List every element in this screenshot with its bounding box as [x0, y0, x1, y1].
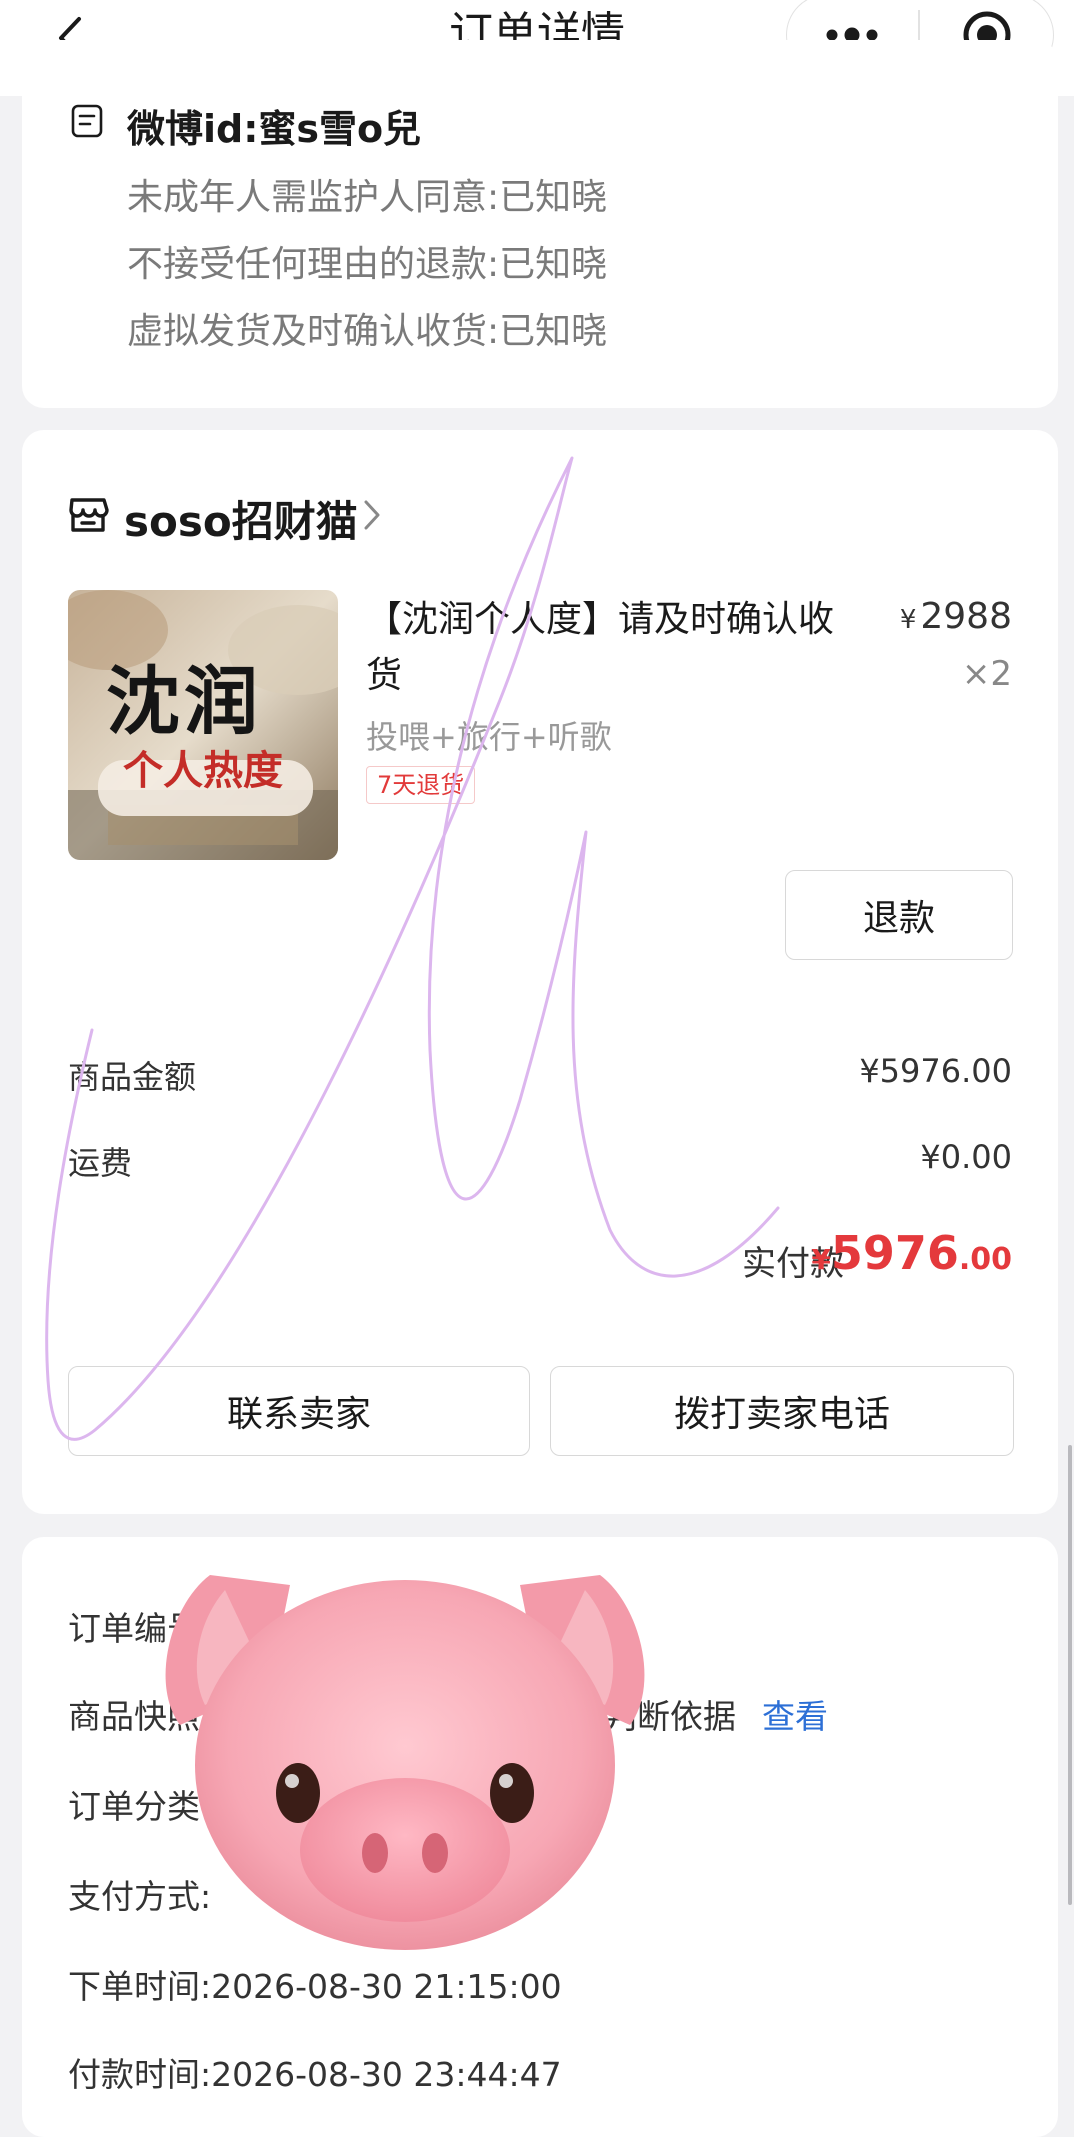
snapshot-view-link[interactable]: 查看	[762, 1690, 828, 1738]
store-icon	[69, 498, 109, 532]
thumbnail-small-text: 个人热度	[123, 747, 283, 794]
call-seller-button[interactable]: 拨打卖家电话	[550, 1366, 1014, 1456]
payment-time: 付款时间:2026-08-30 23:44:47	[68, 2055, 562, 2094]
chevron-right-icon[interactable]	[362, 498, 382, 532]
order-time: 下单时间:2026-08-30 21:15:00	[68, 1967, 562, 2006]
product-title[interactable]: 【沈润个人度】请及时确认收货	[366, 592, 846, 704]
ack-minor-consent: 未成年人需监护人同意:已知晓	[127, 177, 608, 218]
contact-seller-button[interactable]: 联系卖家	[68, 1366, 530, 1456]
shipping-label: 运费	[68, 1144, 133, 1182]
currency-symbol: ¥	[899, 605, 917, 635]
refund-button[interactable]: 退款	[785, 870, 1013, 960]
store-name-link[interactable]: soso招财猫	[124, 488, 358, 549]
product-spec: 投喂+旅行+听歌	[366, 718, 612, 756]
note-icon	[71, 104, 103, 138]
product-quantity: ×2	[961, 654, 1012, 694]
shipping-value: ¥0.00	[920, 1138, 1012, 1176]
scrollbar[interactable]	[1068, 1445, 1072, 1905]
pig-face-sticker	[165, 1575, 645, 1950]
product-thumbnail[interactable]: 沈润 个人热度	[68, 590, 338, 860]
goods-amount-value: ¥5976.00	[859, 1052, 1012, 1090]
ack-confirm-receipt: 虚拟发货及时确认收货:已知晓	[127, 311, 608, 352]
ack-no-refund: 不接受任何理由的退款:已知晓	[127, 244, 608, 285]
paid-amount-dec: .00	[958, 1242, 1012, 1277]
paid-currency-symbol: ¥	[811, 1243, 831, 1276]
product-price-value: 2988	[920, 596, 1012, 637]
return-policy-badge: 7天退货	[366, 766, 476, 804]
thumbnail-big-text: 沈润	[106, 659, 262, 745]
buyer-id-text: 微博id:蜜s雪o兒	[127, 107, 422, 151]
goods-amount-label: 商品金额	[68, 1058, 197, 1096]
paid-amount-int: 5976	[830, 1226, 959, 1280]
product-price: ¥2988	[900, 596, 1012, 637]
paid-amount-value: ¥5976.00	[811, 1226, 1012, 1280]
